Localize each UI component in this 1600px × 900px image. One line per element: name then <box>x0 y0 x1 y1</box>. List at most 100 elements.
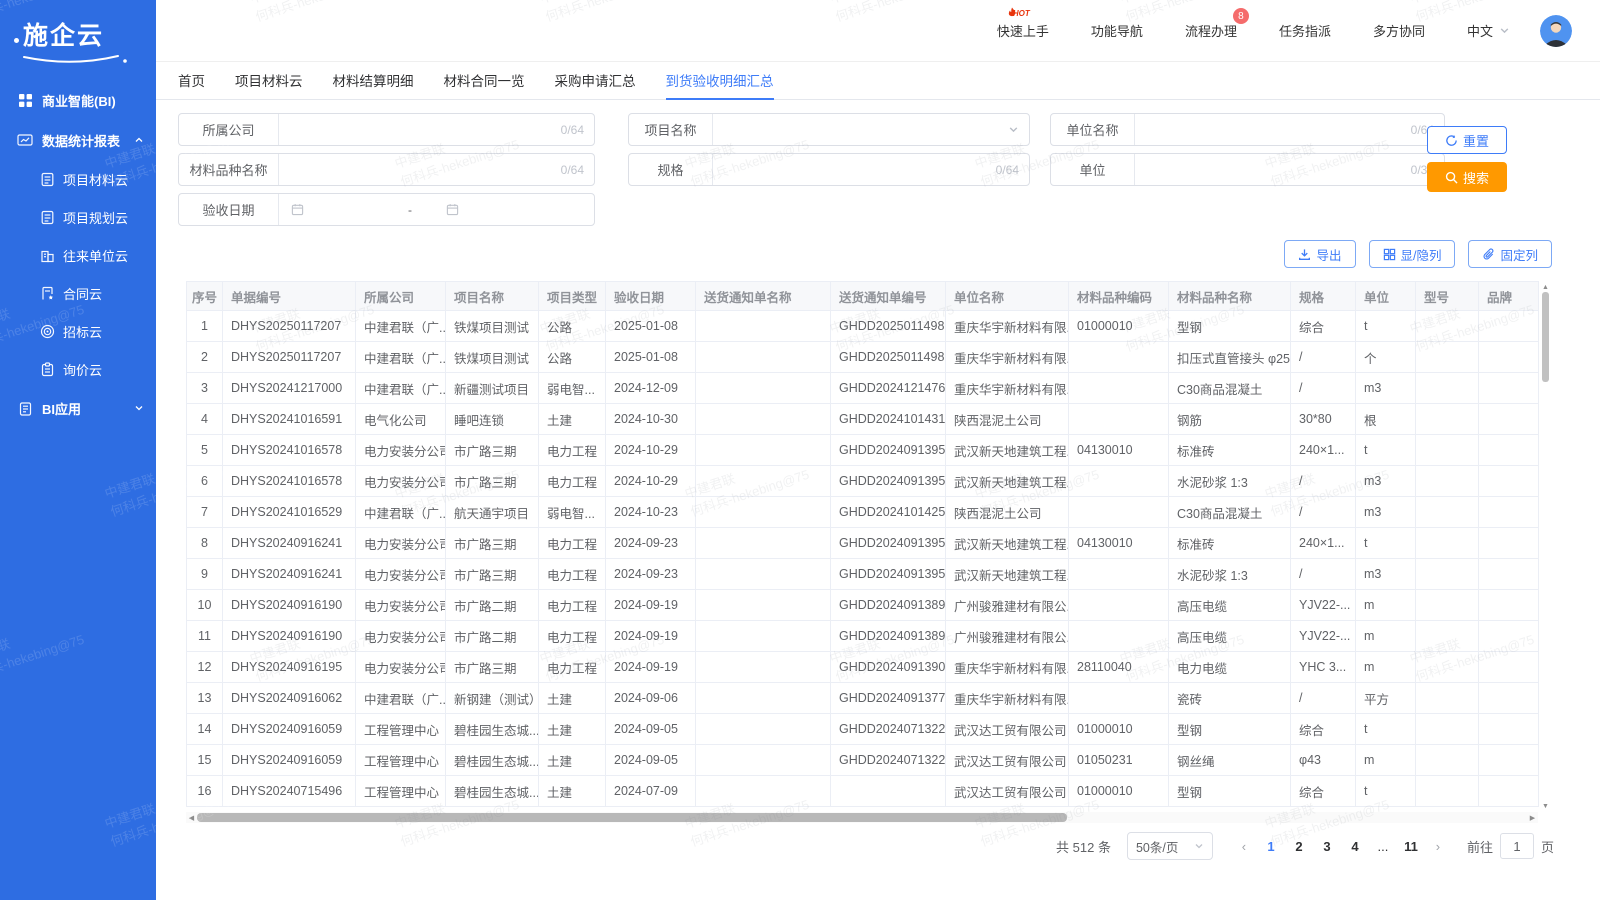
cell: 陕西混泥土公司 <box>946 404 1069 435</box>
company-input[interactable]: 0/64 <box>279 114 594 145</box>
reset-button[interactable]: 重置 <box>1427 126 1507 154</box>
spec-input[interactable]: 0/64 <box>713 154 1029 185</box>
page-size-select[interactable]: 50条/页 <box>1127 832 1213 860</box>
column-header-送货通知单编号[interactable]: 送货通知单编号 <box>831 282 946 311</box>
material-name-input[interactable]: 0/64 <box>279 154 594 185</box>
table-row[interactable]: 7DHYS20241016529中建君联（广...航天通宇项目弱电智...202… <box>187 497 1539 528</box>
cell: 13 <box>187 683 223 714</box>
cell <box>1069 559 1169 590</box>
table-row[interactable]: 5DHYS20241016578电力安装分公司市广路三期电力工程2024-10-… <box>187 435 1539 466</box>
table-row[interactable]: 8DHYS20240916241电力安装分公司市广路三期电力工程2024-09-… <box>187 528 1539 559</box>
page-3[interactable]: 3 <box>1314 832 1340 860</box>
sidebar-item-project-material[interactable]: 项目材料云 <box>0 160 156 198</box>
date-range-input[interactable]: - <box>279 194 594 225</box>
sidebar-item-partner-unit[interactable]: 往来单位云 <box>0 236 156 274</box>
table-row[interactable]: 10DHYS20240916190电力安装分公司市广路二期电力工程2024-09… <box>187 590 1539 621</box>
column-header-材料品种名称[interactable]: 材料品种名称 <box>1169 282 1291 311</box>
sidebar-item-contract[interactable]: 合同云 <box>0 274 156 312</box>
tab-采购申请汇总[interactable]: 采购申请汇总 <box>555 62 636 100</box>
tab-项目材料云[interactable]: 项目材料云 <box>235 62 303 100</box>
column-header-所属公司[interactable]: 所属公司 <box>356 282 446 311</box>
unit-name-input[interactable]: 0/64 <box>1135 114 1444 145</box>
tab-首页[interactable]: 首页 <box>178 62 205 100</box>
export-button[interactable]: 导出 <box>1284 240 1355 268</box>
page-4[interactable]: 4 <box>1342 832 1368 860</box>
project-name-input[interactable] <box>713 114 1029 145</box>
header-nav-language[interactable]: 中文 <box>1467 21 1510 40</box>
table-row[interactable]: 2DHYS20250117207中建君联（广...铁煤项目测试公路2025-01… <box>187 342 1539 373</box>
table-row[interactable]: 16DHYS20240715496工程管理中心碧桂园生态城...土建2024-0… <box>187 776 1539 807</box>
column-header-材料品种编码[interactable]: 材料品种编码 <box>1069 282 1169 311</box>
column-header-送货通知单名称[interactable]: 送货通知单名称 <box>696 282 831 311</box>
cell <box>1416 683 1479 714</box>
sidebar-item-bidding[interactable]: 招标云 <box>0 312 156 350</box>
table-row[interactable]: 3DHYS20241217000中建君联（广...新疆测试项目弱电智...202… <box>187 373 1539 404</box>
column-header-项目名称[interactable]: 项目名称 <box>446 282 539 311</box>
table-row[interactable]: 4DHYS20241016591电气化公司睡吧连锁土建2024-10-30GHD… <box>187 404 1539 435</box>
column-header-规格[interactable]: 规格 <box>1291 282 1356 311</box>
tab-到货验收明细汇总[interactable]: 到货验收明细汇总 <box>666 62 774 100</box>
cell: 12 <box>187 652 223 683</box>
next-page-button[interactable]: › <box>1425 832 1451 860</box>
cell: 电力安装分公司 <box>356 528 446 559</box>
sidebar-item-bi[interactable]: 商业智能(BI) <box>0 80 156 120</box>
goto-label: 前往 <box>1467 837 1493 856</box>
cell: 公路 <box>539 311 606 342</box>
vscroll-thumb[interactable] <box>1542 292 1549 382</box>
hscroll-thumb[interactable] <box>197 813 1067 822</box>
header-nav-collaboration[interactable]: 多方协同 <box>1373 21 1425 40</box>
cell: / <box>1291 497 1356 528</box>
cell <box>1416 590 1479 621</box>
vertical-scrollbar[interactable]: ▲ ▼ <box>1541 283 1550 811</box>
column-header-验收日期[interactable]: 验收日期 <box>606 282 696 311</box>
scroll-left-icon[interactable]: ◀ <box>186 814 197 822</box>
page-2[interactable]: 2 <box>1286 832 1312 860</box>
sidebar-item-bi-app[interactable]: BI应用 <box>0 388 156 428</box>
filter-field-project-name: 项目名称 <box>628 113 1030 146</box>
header-nav-task-assign[interactable]: 任务指派 <box>1279 21 1331 40</box>
table-row[interactable]: 14DHYS20240916059工程管理中心碧桂园生态城...土建2024-0… <box>187 714 1539 745</box>
search-button[interactable]: 搜索 <box>1427 162 1507 192</box>
cell: 04130010 <box>1069 435 1169 466</box>
table-row[interactable]: 12DHYS20240916195电力安装分公司市广路三期电力工程2024-09… <box>187 652 1539 683</box>
table-row[interactable]: 6DHYS20241016578电力安装分公司市广路三期电力工程2024-10-… <box>187 466 1539 497</box>
cell <box>696 497 831 528</box>
scroll-up-icon[interactable]: ▲ <box>1541 283 1550 292</box>
column-header-序号[interactable]: 序号 <box>187 282 223 311</box>
page-11[interactable]: 11 <box>1398 832 1424 860</box>
column-header-单据编号[interactable]: 单据编号 <box>223 282 356 311</box>
user-avatar[interactable] <box>1540 15 1572 47</box>
sidebar-item-label: 商业智能(BI) <box>42 91 144 110</box>
column-header-单位[interactable]: 单位 <box>1356 282 1416 311</box>
table-row[interactable]: 11DHYS20240916190电力安装分公司市广路二期电力工程2024-09… <box>187 621 1539 652</box>
table-row[interactable]: 1DHYS20250117207中建君联（广...铁煤项目测试公路2025-01… <box>187 311 1539 342</box>
sidebar-item-inquiry[interactable]: 询价云 <box>0 350 156 388</box>
cell: 11 <box>187 621 223 652</box>
scroll-right-icon[interactable]: ▶ <box>1527 814 1538 822</box>
clipboard-icon <box>40 362 55 377</box>
column-header-单位名称[interactable]: 单位名称 <box>946 282 1069 311</box>
fixed-columns-button[interactable]: 固定列 <box>1468 240 1552 268</box>
header-nav-feature-nav[interactable]: 功能导航 <box>1091 21 1143 40</box>
tab-材料结算明细[interactable]: 材料结算明细 <box>333 62 414 100</box>
sidebar-item-project-plan[interactable]: 项目规划云 <box>0 198 156 236</box>
page-1[interactable]: 1 <box>1258 832 1284 860</box>
cell: 睡吧连锁 <box>446 404 539 435</box>
unit-input[interactable]: 0/32 <box>1135 154 1444 185</box>
table-row[interactable]: 13DHYS20240916062中建君联（广...新钢建（测试）土建2024-… <box>187 683 1539 714</box>
column-header-型号[interactable]: 型号 <box>1416 282 1479 311</box>
sidebar-item-report[interactable]: 数据统计报表 <box>0 120 156 160</box>
header-nav-quick-start[interactable]: 快速上手HOT <box>997 21 1049 40</box>
goto-page-input[interactable] <box>1500 833 1534 859</box>
horizontal-scrollbar[interactable]: ◀ ▶ <box>186 812 1538 823</box>
column-header-品牌[interactable]: 品牌 <box>1479 282 1539 311</box>
header-nav-process[interactable]: 流程办理8 <box>1185 21 1237 40</box>
scroll-down-icon[interactable]: ▼ <box>1541 802 1550 811</box>
prev-page-button[interactable]: ‹ <box>1231 832 1257 860</box>
table-row[interactable]: 15DHYS20240916059工程管理中心碧桂园生态城...土建2024-0… <box>187 745 1539 776</box>
tab-材料合同一览[interactable]: 材料合同一览 <box>444 62 525 100</box>
column-header-项目类型[interactable]: 项目类型 <box>539 282 606 311</box>
app-logo[interactable]: 施企云 <box>0 0 156 62</box>
table-row[interactable]: 9DHYS20240916241电力安装分公司市广路三期电力工程2024-09-… <box>187 559 1539 590</box>
show-hide-columns-button[interactable]: 显/隐列 <box>1369 240 1456 268</box>
